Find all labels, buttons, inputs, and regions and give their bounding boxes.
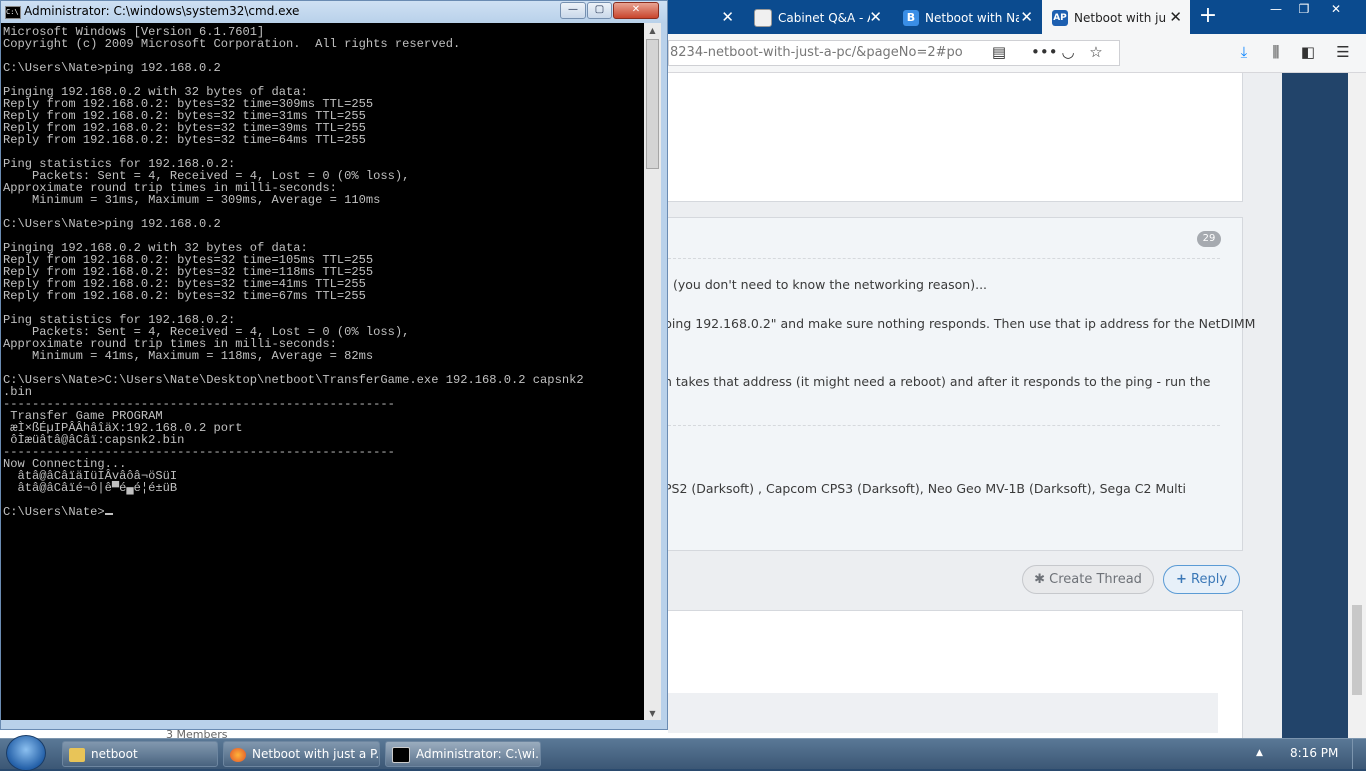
folder-icon (69, 747, 85, 762)
console-line: C:\Users\Nate>ping 192.168.0.2 (3, 61, 221, 75)
taskbar-item-netboot-folder[interactable]: netboot (62, 741, 218, 767)
taskbar-item-label: Netboot with just a P... (252, 747, 380, 761)
browser-close-button[interactable]: ✕ (1322, 0, 1350, 20)
post-header-divider (668, 258, 1220, 259)
close-tab-icon[interactable]: ✕ (869, 0, 882, 34)
system-clock[interactable]: 8:16 PM (1290, 746, 1338, 760)
new-tab-button[interactable]: + (1196, 0, 1220, 34)
taskbar-item-firefox[interactable]: Netboot with just a P... (223, 741, 380, 767)
cmd-icon: C:\ (5, 6, 21, 19)
taskbar: netboot Netboot with just a P... Adminis… (0, 735, 1366, 771)
create-thread-label: Create Thread (1049, 572, 1142, 587)
forum-b-icon: B (903, 9, 919, 26)
close-tab-icon[interactable]: ✕ (721, 0, 734, 34)
reply-label: Reply (1191, 572, 1228, 587)
close-tab-icon[interactable]: ✕ (1169, 0, 1182, 34)
reader-view-icon[interactable]: ▤ (990, 43, 1008, 61)
console-line: C:\Users\Nate>ping 192.168.0.2 (3, 217, 221, 231)
tab-netboot-with-jus[interactable]: AP Netboot with jus ✕ (1042, 0, 1190, 34)
cmd-window: C:\ Administrator: C:\windows\system32\c… (0, 0, 668, 730)
tab-label: Netboot with Na (925, 10, 1019, 25)
console-output: Microsoft Windows [Version 6.1.7601] Cop… (1, 23, 644, 518)
plus-icon: + (1175, 572, 1187, 587)
reply-box-footer (668, 693, 1218, 733)
download-icon[interactable]: ⤓ (1235, 43, 1253, 61)
console-line: Minimum = 31ms, Maximum = 309ms, Average… (3, 193, 381, 207)
cmd-title-bar[interactable]: C:\ Administrator: C:\windows\system32\c… (1, 1, 667, 23)
cmd-minimize-button[interactable]: — (560, 2, 586, 19)
cmd-close-button[interactable]: ✕ (613, 2, 659, 19)
signature-text: PS2 (Darksoft) , Capcom CPS3 (Darksoft),… (664, 481, 1186, 496)
taskbar-item-label: Administrator: C:\wi... (416, 747, 541, 761)
tab-label: Cabinet Q&A - A (778, 10, 870, 25)
menu-icon[interactable]: ☰ (1334, 43, 1352, 61)
console-line: Copyright (c) 2009 Microsoft Corporation… (3, 37, 461, 51)
create-thread-button[interactable]: ✱ Create Thread (1022, 565, 1154, 594)
reply-button[interactable]: + Reply (1163, 565, 1240, 594)
cmd-window-title: Administrator: C:\windows\system32\cmd.e… (24, 4, 300, 18)
taskbar-item-label: netboot (91, 747, 138, 761)
page-actions-icon[interactable]: ••• (1031, 43, 1058, 61)
show-desktop-button[interactable] (1352, 739, 1366, 769)
document-icon (754, 8, 772, 27)
console-line: Reply from 192.168.0.2: bytes=32 time=64… (3, 133, 366, 147)
scroll-down-arrow-icon[interactable]: ▼ (647, 709, 658, 718)
taskbar-item-cmd[interactable]: Administrator: C:\wi... (385, 741, 541, 767)
browser-minimize-button[interactable]: — (1262, 0, 1290, 20)
page-scrollbar-thumb[interactable] (1352, 605, 1362, 695)
close-tab-icon[interactable]: ✕ (1020, 0, 1033, 34)
post-number-badge[interactable]: 29 (1197, 231, 1221, 247)
console-line: C:\Users\Nate>C:\Users\Nate\Desktop\netb… (3, 373, 584, 387)
start-button[interactable] (6, 735, 46, 771)
tab-label: Netboot with jus (1074, 10, 1166, 25)
post-text-line: ping 192.168.0.2" and make sure nothing … (664, 316, 1256, 331)
firefox-icon (230, 747, 246, 762)
url-text[interactable]: 8234-netboot-with-just-a-pc/&pageNo=2#po (670, 45, 970, 60)
tab-previous[interactable]: ✕ (668, 0, 742, 34)
asterisk-icon: ✱ (1034, 572, 1045, 587)
library-icon[interactable]: ⫼ (1267, 43, 1285, 61)
pocket-icon[interactable]: ◡ (1059, 43, 1077, 61)
tab-netboot-with-na[interactable]: B Netboot with Na ✕ (893, 0, 1041, 34)
post-text-line: (you don't need to know the networking r… (673, 277, 988, 292)
console-line: Minimum = 41ms, Maximum = 118ms, Average… (3, 349, 374, 363)
previous-post-card (668, 73, 1243, 202)
post-text-line: n takes that address (it might need a re… (664, 374, 1211, 389)
cmd-maximize-button[interactable]: ▢ (587, 2, 612, 19)
scroll-up-arrow-icon[interactable]: ▲ (647, 26, 658, 35)
signature-divider (668, 425, 1220, 426)
console-line: C:\Users\Nate> (3, 505, 105, 519)
arcade-projects-icon: AP (1052, 9, 1068, 26)
console-line: âtâ@âCâïé¬ô|ê▀é▄é¦é±üB (3, 481, 178, 495)
browser-restore-button[interactable]: ❐ (1290, 0, 1318, 20)
console-area[interactable]: Microsoft Windows [Version 6.1.7601] Cop… (1, 23, 644, 720)
console-scrollbar-thumb[interactable] (646, 39, 659, 169)
tab-cabinet-qa[interactable]: Cabinet Q&A - A ✕ (744, 0, 890, 34)
show-hidden-icons-arrow-icon[interactable]: ▲ (1256, 748, 1263, 758)
console-line: Reply from 192.168.0.2: bytes=32 time=67… (3, 289, 366, 303)
sidebar-toggle-icon[interactable]: ◧ (1299, 43, 1317, 61)
page-background-strip (1282, 73, 1348, 740)
text-cursor (104, 513, 113, 515)
bookmark-star-icon[interactable]: ☆ (1087, 43, 1105, 61)
cmd-icon (392, 746, 410, 763)
